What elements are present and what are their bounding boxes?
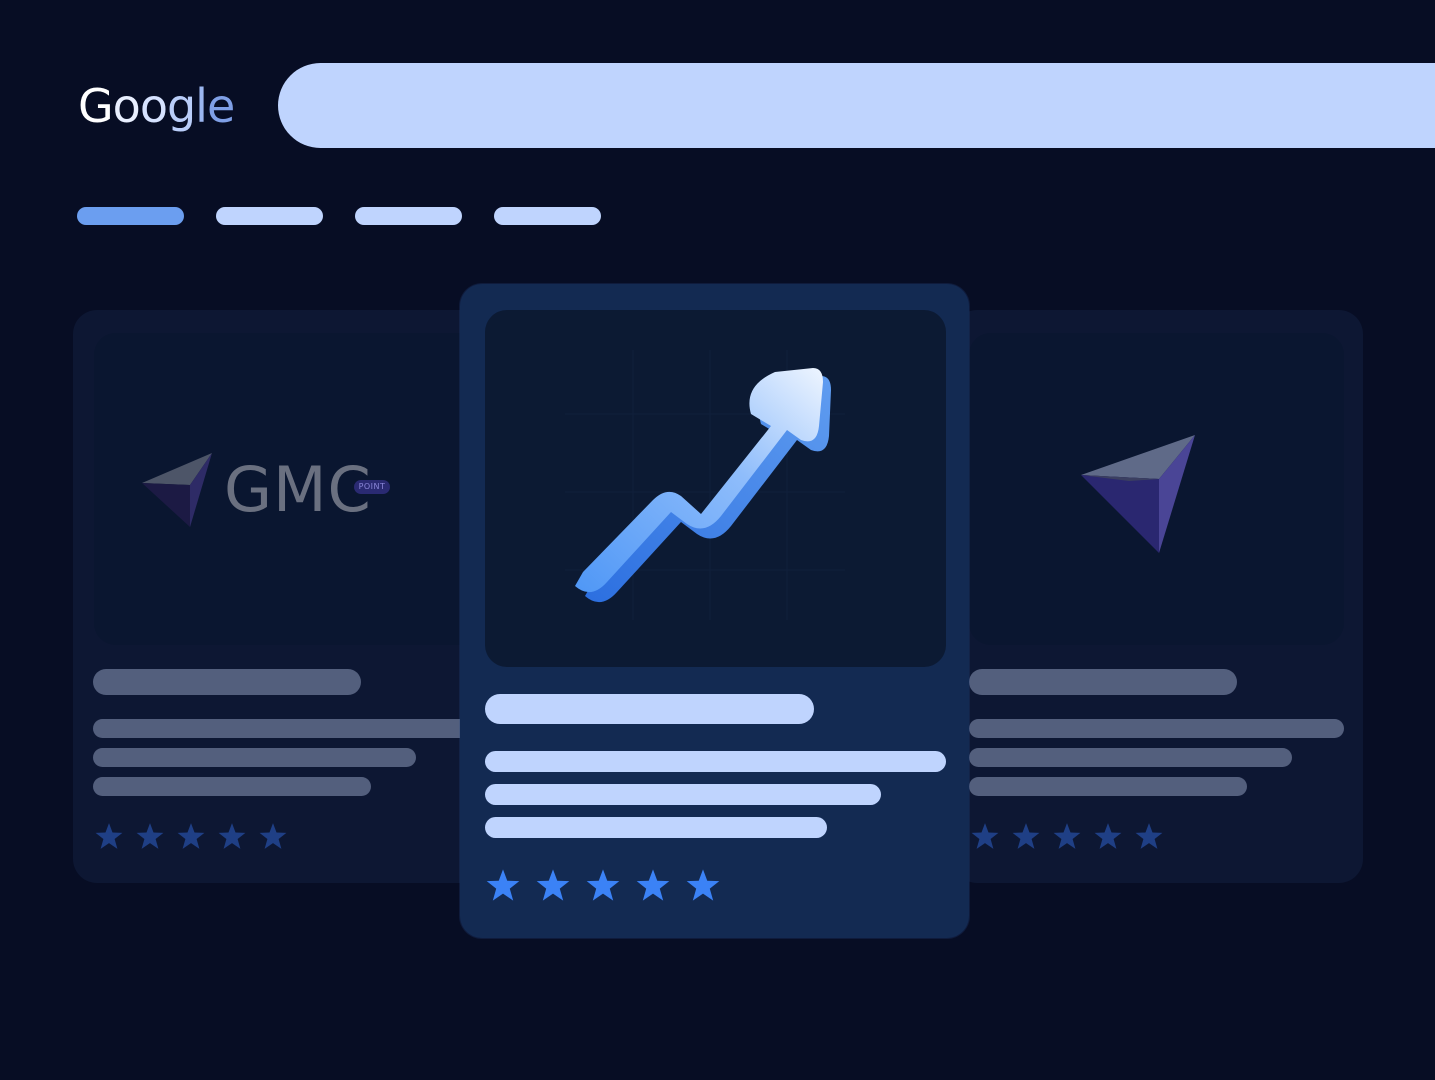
card-image: GMC POINT [94,333,483,645]
card-title-placeholder [93,669,361,695]
star-icon [95,823,123,849]
card-text-line [93,748,416,767]
card-title-placeholder [969,669,1237,695]
card-text-line [969,777,1247,796]
star-icon [1094,823,1122,849]
star-icon [136,823,164,849]
tab-4[interactable] [494,207,601,225]
card-text-line [485,817,827,838]
star-icon [177,823,205,849]
gmc-brand-badge: POINT [354,480,390,494]
rating-stars [95,822,287,850]
tab-3[interactable] [355,207,462,225]
star-icon [1135,823,1163,849]
logo-letter: g [166,79,196,133]
logo-letter: e [206,79,235,133]
card-image [969,333,1344,645]
result-card-left[interactable]: GMC POINT [73,310,483,883]
logo-letter: o [139,79,168,133]
star-icon [586,869,620,901]
card-text-line [969,748,1292,767]
result-card-right[interactable] [953,310,1363,883]
star-icon [536,869,570,901]
result-card-featured[interactable] [460,284,969,938]
card-text-line [485,784,881,805]
card-text-line [93,719,483,738]
star-icon [1053,823,1081,849]
star-icon [686,869,720,901]
card-title-placeholder [485,694,814,724]
star-icon [218,823,246,849]
rating-stars [486,868,720,902]
star-icon [971,823,999,849]
logo-letter: l [195,79,208,133]
star-icon [259,823,287,849]
star-icon [636,869,670,901]
star-icon [1012,823,1040,849]
gmc-brand-text: GMC [224,453,372,526]
logo-letter: G [78,79,114,133]
page: Google GMC POINT [0,0,1435,1080]
card-text-line [93,777,371,796]
navigation-arrow-icon [1081,435,1195,553]
star-icon [486,869,520,901]
rating-stars [971,822,1163,850]
logo-letter: o [112,79,141,133]
card-text-line [485,751,946,772]
google-logo: Google [78,76,235,136]
tab-1[interactable] [77,207,184,225]
search-input[interactable] [278,63,1435,148]
card-image [485,310,946,667]
card-text-line [969,719,1344,738]
gmc-logo-arrow-icon [142,453,212,527]
tab-2[interactable] [216,207,323,225]
trending-up-arrow-icon [565,350,845,620]
